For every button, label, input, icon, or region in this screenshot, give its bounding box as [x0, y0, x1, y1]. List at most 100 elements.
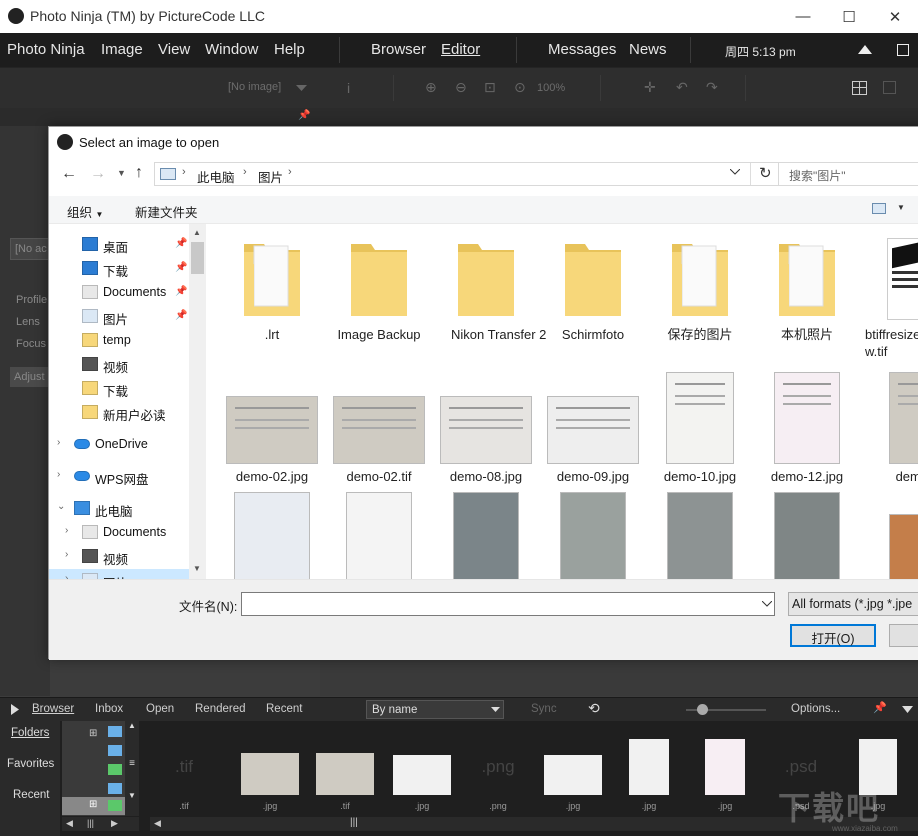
menu-window[interactable]: Window [205, 41, 258, 58]
file-type-filter[interactable]: All formats (*.jpg *.jpe [788, 592, 918, 616]
chevron-right-icon[interactable]: › [65, 549, 68, 560]
address-bar[interactable]: › 此电脑 › 图片 › ↻ [154, 162, 789, 186]
scroll-thumb[interactable] [191, 242, 204, 274]
folder-tile[interactable]: 保存的图片 [647, 230, 753, 360]
recent-locations-icon[interactable]: ▼ [117, 168, 126, 178]
pin-icon[interactable]: 📌 [175, 310, 187, 321]
folder-tile[interactable]: .lrt [219, 230, 325, 360]
nav-item[interactable]: › Documents [49, 521, 189, 543]
image-tile[interactable]: demo-10.jpg [647, 366, 753, 484]
folder-tile[interactable]: Nikon Transfer 2 [433, 230, 546, 360]
nav-item[interactable]: › 视频 [49, 545, 189, 567]
fullscreen-icon[interactable] [897, 44, 909, 56]
pin-icon[interactable]: 📌 [175, 238, 187, 249]
menu-help[interactable]: Help [274, 41, 305, 58]
file-tile[interactable]: btiffresize w.tif [861, 230, 918, 360]
nav-item[interactable]: ⌄ 此电脑 [49, 497, 189, 519]
chevron-right-icon[interactable]: › [57, 469, 60, 480]
image-tile[interactable] [326, 486, 432, 579]
scroll-up-icon[interactable]: ▲ [193, 228, 201, 237]
tab-browser[interactable]: Browser [32, 703, 74, 715]
info-icon[interactable]: i [347, 80, 350, 96]
breadcrumb-this-pc[interactable]: 此电脑 [197, 167, 235, 186]
browser-thumbnail[interactable]: .jpg [537, 721, 609, 816]
image-tile[interactable] [861, 486, 918, 579]
layout-grid-icon[interactable] [852, 81, 867, 95]
close-button[interactable]: ✕ [872, 0, 918, 33]
recent-link[interactable]: Recent [13, 789, 49, 801]
expand-icon[interactable]: ⊞ [89, 799, 97, 810]
pin-icon[interactable]: 📌 [298, 110, 310, 121]
sync-button[interactable]: Sync [531, 703, 557, 715]
tree-scrollbar[interactable]: ▲ ≡ ▼ [125, 721, 139, 816]
image-tile[interactable] [754, 486, 860, 579]
chevron-down-icon[interactable]: ⌄ [57, 501, 65, 512]
pin-icon[interactable]: 📌 [873, 701, 887, 714]
back-arrow-icon[interactable]: ← [61, 165, 77, 183]
image-tile[interactable]: demo-02.jpg [219, 366, 325, 484]
sort-select[interactable]: By name [366, 700, 504, 719]
nav-item[interactable]: 新用户必读 [49, 401, 189, 423]
nav-item[interactable]: 图片 📌 [49, 305, 189, 327]
scroll-thumb[interactable]: ||| [350, 817, 358, 828]
chevron-right-icon[interactable]: › [65, 525, 68, 536]
slider-handle[interactable] [697, 704, 708, 715]
chevron-down-icon[interactable] [296, 85, 307, 91]
search-input[interactable]: 搜索"图片" [778, 162, 918, 186]
image-tile[interactable]: demo-12.jpg [754, 366, 860, 484]
view-options-icon[interactable] [872, 203, 886, 214]
nav-item[interactable]: 下载 [49, 377, 189, 399]
breadcrumb-pictures[interactable]: 图片 [258, 167, 283, 186]
nav-item[interactable]: › OneDrive [49, 433, 189, 455]
image-tile[interactable] [647, 486, 753, 579]
tab-browser[interactable]: Browser [371, 41, 426, 58]
image-tile[interactable] [219, 486, 325, 579]
favorites-link[interactable]: Favorites [7, 758, 54, 770]
expand-icon[interactable]: ⊞ [89, 728, 97, 739]
browser-thumbnail[interactable]: .jpg [689, 721, 761, 816]
chevron-down-icon[interactable]: ▼ [897, 203, 905, 212]
nav-item[interactable]: Documents 📌 [49, 281, 189, 303]
nav-item[interactable]: 视频 [49, 353, 189, 375]
browser-thumbnail[interactable]: .jpg [234, 721, 306, 816]
folder-tile[interactable]: 本机照片 [754, 230, 860, 360]
image-tile[interactable] [433, 486, 539, 579]
forward-arrow-icon[interactable]: → [90, 165, 106, 183]
adjust-button[interactable]: Adjust [10, 367, 50, 387]
nav-item[interactable]: 桌面 📌 [49, 233, 189, 255]
browser-thumbnail[interactable]: .jpg [613, 721, 685, 816]
tree-hscroll[interactable]: ◀ ||| ▶ [62, 817, 139, 831]
folders-link[interactable]: Folders [11, 727, 49, 739]
tab-inbox[interactable]: Inbox [95, 703, 123, 715]
options-button[interactable]: Options... [791, 703, 840, 715]
pin-icon[interactable]: 📌 [175, 262, 187, 273]
scroll-left-icon[interactable]: ◀ [154, 818, 161, 829]
collapse-down-icon[interactable] [902, 706, 913, 713]
refresh-icon[interactable]: ⟲ [588, 700, 600, 717]
chevron-right-icon[interactable]: › [57, 437, 60, 448]
folder-tree-selected[interactable]: ⊞ [62, 797, 125, 815]
filename-input[interactable] [241, 592, 775, 616]
scroll-down-icon[interactable]: ▼ [193, 564, 201, 573]
browser-thumbnail[interactable]: .tif [309, 721, 381, 816]
nav-item[interactable]: › WPS网盘 [49, 465, 189, 487]
browser-thumbnail[interactable]: .tif .tif [148, 721, 220, 816]
undo-icon[interactable]: ↶ [676, 79, 688, 96]
nav-item[interactable]: 下载 📌 [49, 257, 189, 279]
nav-scrollbar[interactable]: ▲ ▼ [189, 224, 206, 579]
chevron-down-icon[interactable] [762, 601, 772, 607]
tab-editor[interactable]: Editor [441, 41, 480, 58]
menu-messages[interactable]: Messages [548, 41, 616, 58]
folder-tile[interactable]: Image Backup [326, 230, 432, 360]
pan-icon[interactable]: ✛ [644, 79, 656, 96]
play-icon[interactable] [11, 704, 19, 715]
folder-tile[interactable]: Schirmfoto [540, 230, 646, 360]
image-tile[interactable] [540, 486, 646, 579]
compare-icon[interactable] [883, 81, 896, 94]
collapse-up-icon[interactable] [858, 45, 872, 54]
up-arrow-icon[interactable]: ↑ [135, 164, 143, 182]
open-button[interactable]: 打开(O) [790, 624, 876, 647]
image-tile[interactable]: demo-02.tif [326, 366, 432, 484]
refresh-icon[interactable]: ↻ [759, 164, 772, 182]
pin-icon[interactable]: 📌 [175, 286, 187, 297]
